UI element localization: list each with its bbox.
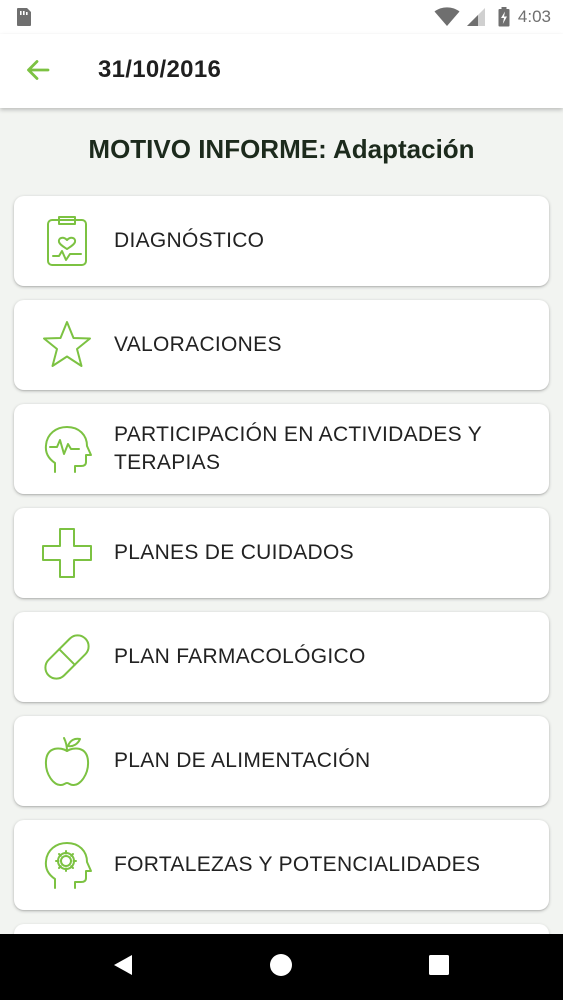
- pill-icon: [40, 630, 94, 684]
- menu-item-diagnostico[interactable]: DIAGNÓSTICO: [14, 196, 549, 286]
- recents-square-icon: [428, 954, 450, 980]
- menu-item-plan-farmacologico[interactable]: PLAN FARMACOLÓGICO: [14, 612, 549, 702]
- wifi-icon: [434, 7, 460, 27]
- back-button[interactable]: [20, 54, 56, 90]
- apple-icon: [40, 734, 94, 788]
- home-circle-icon: [269, 953, 293, 981]
- menu-item-label: DIAGNÓSTICO: [114, 229, 265, 252]
- menu-item-label: PLAN DE ALIMENTACIÓN: [114, 749, 371, 772]
- head-gear-icon: [40, 838, 94, 892]
- star-icon: [40, 318, 94, 372]
- status-bar: 4:03: [0, 0, 563, 34]
- nav-back-button[interactable]: [108, 952, 138, 982]
- back-triangle-icon: [112, 953, 134, 981]
- page-title: 31/10/2016: [98, 56, 222, 83]
- nav-home-button[interactable]: [266, 952, 296, 982]
- report-heading: MOTIVO INFORME: Adaptación: [88, 134, 475, 164]
- menu-item-participacion[interactable]: PARTICIPACIÓN EN ACTIVIDADES Y TERAPIAS: [14, 404, 549, 494]
- nav-recents-button[interactable]: [424, 952, 454, 982]
- arrow-left-icon: [25, 57, 51, 87]
- app-bar: 31/10/2016: [0, 34, 563, 108]
- menu-item-fortalezas[interactable]: FORTALEZAS Y POTENCIALIDADES: [14, 820, 549, 910]
- menu-item-planes-cuidados[interactable]: PLANES DE CUIDADOS: [14, 508, 549, 598]
- sim-card-icon: [16, 7, 32, 31]
- menu-item-label: PLANES DE CUIDADOS: [114, 541, 354, 564]
- status-icons: 4:03: [434, 5, 551, 29]
- menu-item-plan-alimentacion[interactable]: PLAN DE ALIMENTACIÓN: [14, 716, 549, 806]
- menu-item-label: PLAN FARMACOLÓGICO: [114, 645, 366, 668]
- menu-item-label: FORTALEZAS Y POTENCIALIDADES: [114, 853, 481, 876]
- signal-icon: [466, 7, 486, 27]
- battery-charging-icon: [498, 7, 510, 27]
- menu-item-label: VALORACIONES: [114, 333, 282, 356]
- navigation-bar: [0, 934, 563, 1000]
- menu-item-valoraciones[interactable]: VALORACIONES: [14, 300, 549, 390]
- head-pulse-icon: [40, 422, 94, 476]
- clipboard-heart-icon: [40, 214, 94, 268]
- medical-cross-icon: [40, 526, 94, 580]
- menu-item-label: PARTICIPACIÓN EN ACTIVIDADES Y TERAPIAS: [114, 423, 482, 474]
- status-time: 4:03: [517, 7, 551, 26]
- menu-list: DIAGNÓSTICO VALORACIONES PARTICIPACIÓN E…: [14, 196, 549, 978]
